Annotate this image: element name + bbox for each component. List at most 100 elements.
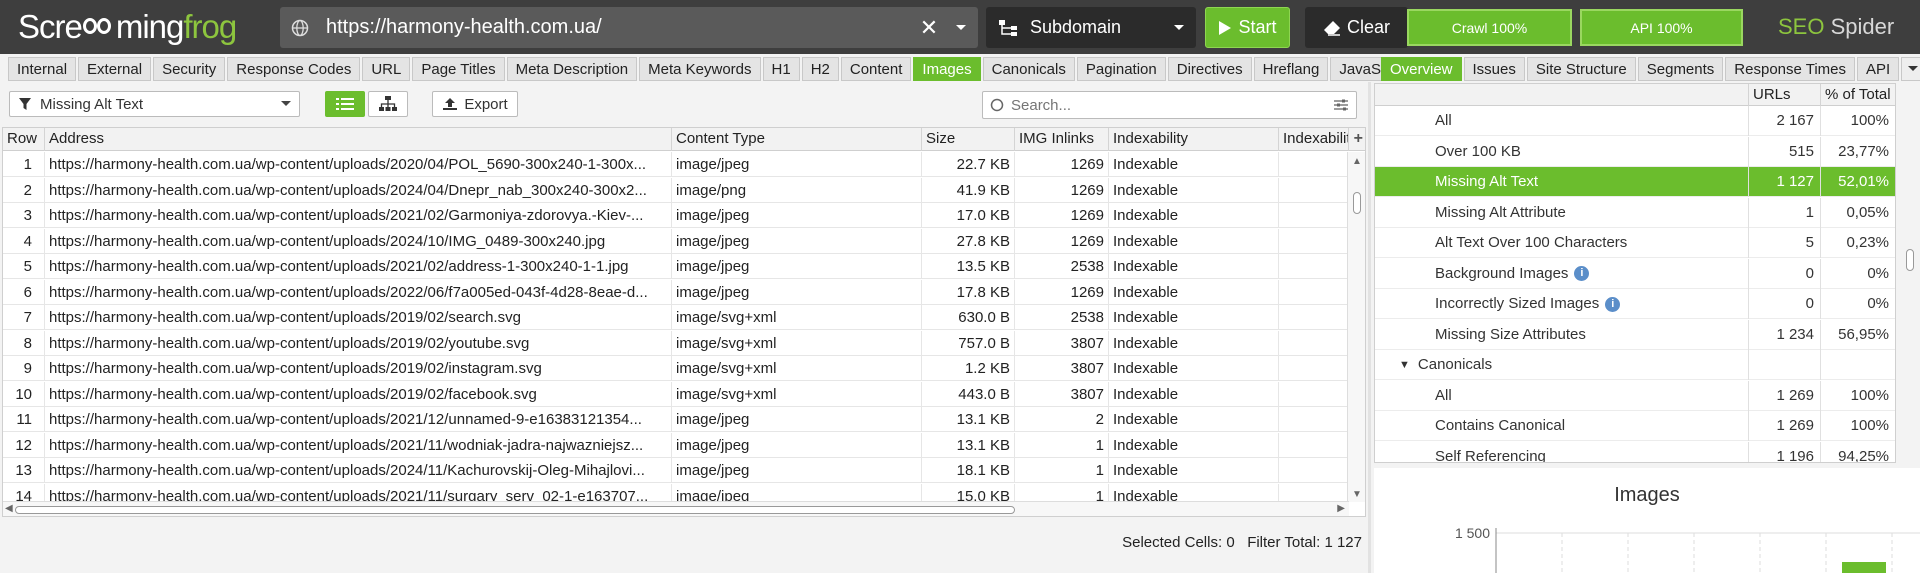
tab-issues[interactable]: Issues bbox=[1463, 57, 1525, 81]
table-cell: image/svg+xml bbox=[672, 305, 922, 330]
table-row[interactable]: 11 https://harmony-health.com.ua/wp-conte… bbox=[3, 407, 1349, 432]
triangle-down-icon[interactable]: ▼ bbox=[1399, 350, 1410, 380]
side-tabs-overflow-button[interactable] bbox=[1901, 57, 1920, 81]
api-progress: API 100% bbox=[1580, 9, 1743, 46]
tab-page-titles[interactable]: Page Titles bbox=[412, 57, 505, 81]
scroll-right-icon[interactable]: ▶ bbox=[1337, 503, 1345, 514]
table-row[interactable]: 8 https://harmony-health.com.ua/wp-conten… bbox=[3, 330, 1349, 356]
scroll-thumb[interactable] bbox=[1906, 249, 1914, 271]
table-cell: https://harmony-health.com.ua/wp-content… bbox=[45, 432, 672, 458]
overview-row[interactable]: Incorrectly Sized Images i 0 0% bbox=[1375, 289, 1895, 319]
vertical-scrollbar[interactable]: ▲ ▼ bbox=[1347, 152, 1365, 502]
urls-column-header[interactable]: URLs bbox=[1748, 84, 1820, 106]
tab-internal[interactable]: Internal bbox=[8, 57, 77, 81]
column-header[interactable]: IMG Inlinks bbox=[1015, 128, 1109, 151]
overview-row[interactable]: Contains Canonical 1 269 100% bbox=[1375, 411, 1895, 441]
overview-pct: 0,05% bbox=[1820, 197, 1895, 228]
tab-h2[interactable]: H2 bbox=[801, 57, 839, 81]
url-bar[interactable]: https://harmony-health.com.ua/ ✕ bbox=[280, 7, 978, 48]
horizontal-scrollbar[interactable]: ◀ ▶ bbox=[3, 501, 1349, 516]
overview-row[interactable]: Missing Size Attributes 1 234 56,95% bbox=[1375, 319, 1895, 350]
scroll-thumb[interactable] bbox=[1353, 192, 1361, 214]
tab-external[interactable]: External bbox=[78, 57, 152, 81]
column-header[interactable]: Address bbox=[45, 128, 672, 151]
table-cell: https://harmony-health.com.ua/wp-content… bbox=[45, 254, 672, 279]
tab-h1[interactable]: H1 bbox=[762, 57, 800, 81]
overview-row[interactable]: Background Images i 0 0% bbox=[1375, 258, 1895, 289]
table-cell: 9 bbox=[3, 356, 45, 381]
scroll-up-icon[interactable]: ▲ bbox=[1352, 156, 1362, 167]
search-box[interactable] bbox=[982, 91, 1357, 119]
table-row[interactable]: 7 https://harmony-health.com.ua/wp-conten… bbox=[3, 305, 1349, 330]
tab-url[interactable]: URL bbox=[362, 57, 411, 81]
overview-row[interactable]: Self Referencing 1 196 94,25% bbox=[1375, 441, 1895, 462]
filter-select[interactable]: Missing Alt Text bbox=[9, 91, 300, 117]
tab-meta-keywords[interactable]: Meta Keywords bbox=[639, 57, 761, 81]
scroll-down-icon[interactable]: ▼ bbox=[1352, 489, 1362, 500]
table-row[interactable]: 9 https://harmony-health.com.ua/wp-conten… bbox=[3, 356, 1349, 381]
table-cell: 17.0 KB bbox=[922, 203, 1015, 228]
column-header[interactable]: Size bbox=[922, 128, 1015, 151]
list-view-button[interactable] bbox=[325, 91, 365, 117]
start-button[interactable]: Start bbox=[1205, 7, 1290, 48]
tab-images[interactable]: Images bbox=[913, 57, 981, 81]
column-header[interactable]: Indexability bbox=[1109, 128, 1279, 151]
tab-pagination[interactable]: Pagination bbox=[1076, 57, 1166, 81]
table-row[interactable]: 3 https://harmony-health.com.ua/wp-conten… bbox=[3, 203, 1349, 228]
table-cell: 2 bbox=[1015, 407, 1109, 432]
search-input[interactable] bbox=[1011, 96, 1326, 114]
tab-content[interactable]: Content bbox=[840, 57, 912, 81]
tab-api[interactable]: API bbox=[1857, 57, 1900, 81]
logo: Scre ming frog bbox=[18, 8, 237, 46]
table-row[interactable]: 2 https://harmony-health.com.ua/wp-conten… bbox=[3, 177, 1349, 203]
url-input[interactable]: https://harmony-health.com.ua/ bbox=[320, 16, 914, 39]
table-row[interactable]: 6 https://harmony-health.com.ua/wp-conten… bbox=[3, 279, 1349, 305]
table-row[interactable]: 5 https://harmony-health.com.ua/wp-conten… bbox=[3, 254, 1349, 279]
scroll-thumb[interactable] bbox=[15, 506, 1015, 514]
info-icon[interactable]: i bbox=[1574, 266, 1590, 281]
tab-response-codes[interactable]: Response Codes bbox=[227, 57, 361, 81]
tab-site-structure[interactable]: Site Structure bbox=[1526, 57, 1636, 81]
pct-column-header[interactable]: % of Total bbox=[1820, 84, 1895, 106]
table-row[interactable]: 13 https://harmony-health.com.ua/wp-conte… bbox=[3, 458, 1349, 483]
overview-scrollbar[interactable] bbox=[1903, 83, 1917, 463]
column-header[interactable]: Row bbox=[3, 128, 45, 151]
tab-hreflang[interactable]: Hreflang bbox=[1253, 57, 1329, 81]
overview-section[interactable]: ▼ Canonicals bbox=[1375, 350, 1895, 380]
add-column-icon[interactable]: + bbox=[1354, 130, 1363, 148]
tab-segments[interactable]: Segments bbox=[1637, 57, 1724, 81]
table-row[interactable]: 4 https://harmony-health.com.ua/wp-conten… bbox=[3, 228, 1349, 254]
tab-security[interactable]: Security bbox=[153, 57, 226, 81]
table-row[interactable]: 1 https://harmony-health.com.ua/wp-conten… bbox=[3, 152, 1349, 177]
overview-row[interactable]: Over 100 KB 515 23,77% bbox=[1375, 136, 1895, 167]
tab-response-times[interactable]: Response Times bbox=[1725, 57, 1856, 81]
tab-canonicals[interactable]: Canonicals bbox=[982, 57, 1075, 81]
tree-view-button[interactable] bbox=[368, 91, 408, 117]
play-icon bbox=[1219, 20, 1232, 35]
column-header[interactable]: Indexabilit bbox=[1279, 128, 1349, 151]
table-row[interactable]: 12 https://harmony-health.com.ua/wp-conte… bbox=[3, 432, 1349, 458]
scroll-left-icon[interactable]: ◀ bbox=[5, 503, 13, 514]
table-cell: Indexable bbox=[1109, 305, 1279, 330]
info-icon[interactable]: i bbox=[1605, 296, 1621, 312]
overview-row[interactable]: Missing Alt Attribute 1 0,05% bbox=[1375, 197, 1895, 228]
panel-splitter[interactable] bbox=[1368, 82, 1371, 573]
export-button[interactable]: Export bbox=[432, 91, 518, 117]
overview-row[interactable]: Alt Text Over 100 Characters 5 0,23% bbox=[1375, 228, 1895, 258]
overview-label-text: Missing Alt Attribute bbox=[1435, 203, 1566, 221]
url-history-dropdown-icon[interactable] bbox=[944, 24, 978, 32]
search-options-icon[interactable] bbox=[1326, 98, 1356, 112]
crawl-mode-select[interactable]: Subdomain bbox=[986, 7, 1196, 48]
tab-meta-description[interactable]: Meta Description bbox=[506, 57, 638, 81]
overview-row[interactable]: Missing Alt Text 1 127 52,01% bbox=[1375, 167, 1895, 197]
tab-directives[interactable]: Directives bbox=[1167, 57, 1252, 81]
globe-icon bbox=[280, 19, 320, 37]
clear-url-icon[interactable]: ✕ bbox=[914, 15, 944, 41]
overview-row[interactable]: All 2 167 100% bbox=[1375, 106, 1895, 136]
column-header[interactable]: Content Type bbox=[672, 128, 922, 151]
overview-row[interactable]: All 1 269 100% bbox=[1375, 380, 1895, 411]
table-row[interactable]: 10 https://harmony-health.com.ua/wp-conte… bbox=[3, 381, 1349, 407]
table-cell: https://harmony-health.com.ua/wp-content… bbox=[45, 381, 672, 407]
clear-button[interactable]: Clear bbox=[1305, 7, 1408, 48]
tab-overview[interactable]: Overview bbox=[1381, 57, 1462, 81]
